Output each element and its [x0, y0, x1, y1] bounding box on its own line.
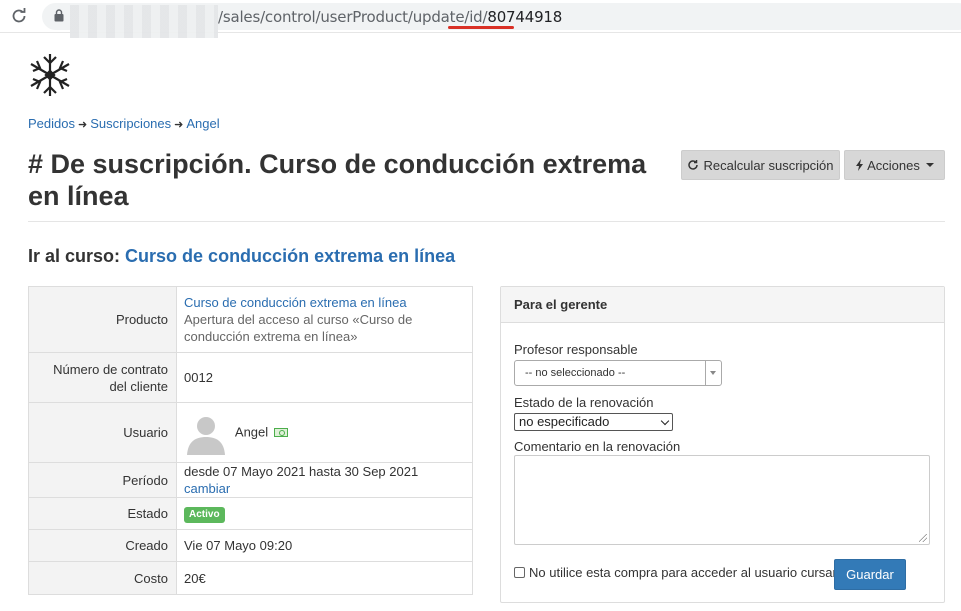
chevron-down-icon — [705, 361, 721, 385]
renewal-label: Estado de la renovación — [514, 395, 654, 410]
reload-icon[interactable] — [10, 7, 28, 25]
product-cell: Curso de conducción extrema en línea Ape… — [176, 286, 473, 353]
url-text: /sales/control/userProduct/update/id/807… — [218, 8, 563, 26]
status-label: Estado — [28, 497, 177, 530]
manager-panel: Para el gerente Profesor responsable -- … — [500, 286, 945, 603]
created-value: Vie 07 Mayo 09:20 — [176, 529, 473, 562]
lock-icon — [54, 9, 64, 22]
user-label: Usuario — [28, 402, 177, 463]
status-badge: Activo — [184, 507, 225, 523]
product-description: Apertura del acceso al curso «Curso de c… — [184, 312, 413, 344]
arrow-right-icon: ➜ — [77, 119, 88, 131]
cost-label: Costo — [28, 561, 177, 595]
save-button[interactable]: Guardar — [834, 559, 906, 590]
caret-down-icon — [925, 163, 934, 167]
period-label: Período — [28, 462, 177, 498]
cost-value: 20€ — [176, 561, 473, 595]
user-cell: Angel — [176, 402, 473, 463]
contract-value: 0012 — [176, 352, 473, 403]
status-cell: Activo — [176, 497, 473, 530]
bolt-icon — [856, 159, 864, 171]
browser-toolbar: /sales/control/userProduct/update/id/807… — [0, 0, 961, 38]
no-access-checkbox-label[interactable]: No utilice esta compra para acceder al u… — [529, 565, 851, 580]
refresh-icon — [688, 160, 699, 170]
recalculate-button[interactable]: Recalcular suscripción — [681, 150, 840, 180]
actions-label: Acciones — [867, 157, 920, 173]
manager-panel-title: Para el gerente — [501, 287, 944, 323]
arrow-right-icon: ➜ — [174, 119, 184, 131]
no-access-checkbox[interactable] — [514, 567, 525, 578]
contract-label: Número de contrato del cliente — [28, 352, 177, 403]
subscription-details-table: Producto Curso de conducción extrema en … — [28, 286, 473, 595]
table-row: Usuario Angel — [28, 402, 473, 463]
renewal-comment-textarea[interactable] — [514, 455, 930, 545]
table-row: Costo 20€ — [28, 561, 473, 595]
blurred-domain — [70, 5, 218, 38]
brand-logo — [30, 54, 70, 96]
product-link[interactable]: Curso de conducción extrema en línea — [184, 295, 407, 310]
renewal-status-select[interactable]: no especificado — [514, 413, 673, 431]
period-cell: desde 07 Mayo 2021 hasta 30 Sep 2021 cam… — [176, 462, 473, 498]
url-id: 80744918 — [487, 8, 563, 26]
goto-course-link[interactable]: Curso de conducción extrema en línea — [125, 246, 455, 266]
breadcrumb: Pedidos ➜ Suscripciones ➜ Angel — [28, 116, 220, 131]
teacher-select-value: -- no seleccionado -- — [525, 367, 626, 379]
goto-course: Ir al curso: Curso de conducción extrema… — [28, 246, 455, 267]
breadcrumb-suscripciones[interactable]: Suscripciones — [90, 116, 171, 131]
created-label: Creado — [28, 529, 177, 562]
table-row: Estado Activo — [28, 497, 473, 530]
recalculate-label: Recalcular suscripción — [703, 157, 834, 173]
teacher-label: Profesor responsable — [514, 342, 638, 357]
header-divider — [28, 221, 945, 222]
product-label: Producto — [28, 286, 177, 353]
table-row: Creado Vie 07 Mayo 09:20 — [28, 529, 473, 562]
comment-label: Comentario en la renovación — [514, 439, 681, 454]
period-value: desde 07 Mayo 2021 hasta 30 Sep 2021 — [184, 464, 419, 479]
money-icon — [273, 428, 288, 437]
resize-handle[interactable] — [919, 534, 927, 542]
renewal-status-value: no especificado — [519, 414, 610, 429]
period-change-link[interactable]: cambiar — [184, 481, 230, 496]
table-row: Período desde 07 Mayo 2021 hasta 30 Sep … — [28, 462, 473, 498]
actions-dropdown-button[interactable]: Acciones — [844, 150, 945, 180]
url-id-highlight — [448, 26, 514, 29]
breadcrumb-angel[interactable]: Angel — [186, 116, 219, 131]
page-title: # De suscripción. Curso de conducción ex… — [28, 149, 647, 211]
breadcrumb-pedidos[interactable]: Pedidos — [28, 116, 75, 131]
chevron-down-icon — [660, 416, 670, 426]
table-row: Número de contrato del cliente 0012 — [28, 352, 473, 403]
avatar[interactable] — [184, 410, 228, 455]
teacher-select[interactable]: -- no seleccionado -- — [514, 360, 722, 386]
user-name[interactable]: Angel — [235, 424, 268, 439]
goto-label: Ir al curso: — [28, 246, 121, 266]
table-row: Producto Curso de conducción extrema en … — [28, 286, 473, 353]
